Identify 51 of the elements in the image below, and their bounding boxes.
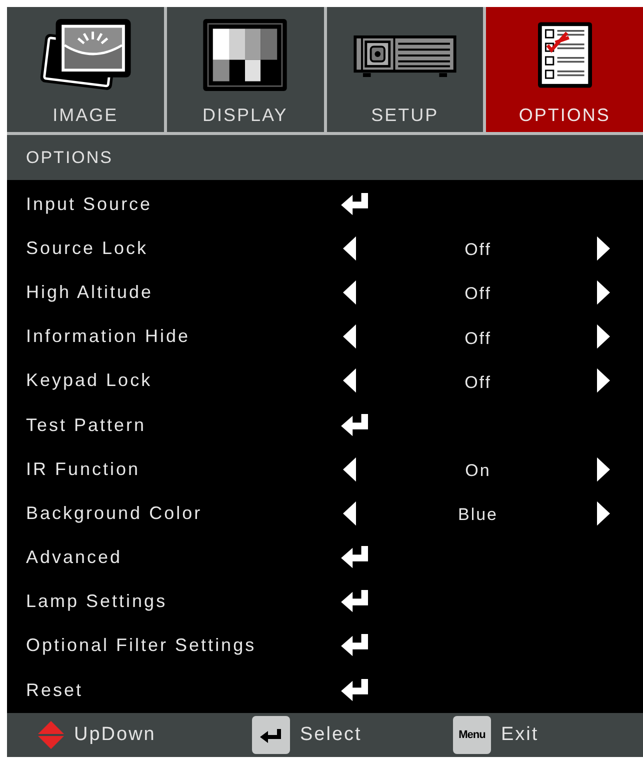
test-pattern-icon	[203, 19, 288, 91]
enter-key-icon	[252, 716, 290, 754]
enter-icon	[340, 678, 371, 703]
setting-value: Off	[464, 372, 492, 393]
hint-label: Exit	[501, 724, 539, 746]
menu-tab[interactable]: DISPLAY	[166, 7, 324, 132]
menu-item[interactable]: Information Hide	[26, 326, 190, 348]
left-arrow-icon	[343, 456, 356, 482]
up-down-arrows-icon	[38, 721, 64, 750]
menu-item[interactable]: Lamp Settings	[26, 591, 168, 612]
photo-stack-icon	[38, 18, 132, 92]
projector-icon	[352, 34, 457, 76]
left-arrow-icon	[343, 236, 356, 261]
setting-value: Off	[464, 328, 492, 349]
menu-item[interactable]: Reset	[26, 680, 84, 701]
setting-value: Off	[464, 240, 492, 260]
right-arrow-icon	[597, 236, 610, 261]
menu-item[interactable]: Test Pattern	[26, 414, 146, 436]
left-arrow-icon	[343, 280, 356, 305]
menu-tab[interactable]: OPTIONS	[486, 7, 643, 132]
right-arrow-icon	[597, 324, 610, 350]
enter-icon	[340, 633, 371, 658]
hint-label: UpDown	[74, 724, 156, 746]
menu-item[interactable]: Background Color	[26, 502, 202, 524]
setting-value: Off	[464, 284, 492, 304]
menu-item[interactable]: Input Source	[26, 194, 152, 215]
left-arrow-icon	[343, 368, 356, 394]
left-arrow-icon	[343, 500, 356, 526]
menu-item[interactable]: Optional Filter Settings	[26, 635, 256, 656]
enter-icon	[340, 545, 371, 570]
enter-icon	[340, 192, 371, 217]
left-arrow-icon	[343, 324, 356, 350]
menu-item[interactable]: High Altitude	[26, 282, 154, 303]
right-arrow-icon	[597, 456, 610, 482]
checklist-icon	[538, 22, 592, 88]
section-title: OPTIONS	[7, 135, 643, 180]
right-arrow-icon	[597, 368, 610, 394]
enter-icon	[340, 412, 371, 438]
menu-item[interactable]: IR Function	[26, 458, 140, 480]
hint-label: Select	[300, 724, 362, 746]
menu-item[interactable]: Advanced	[26, 547, 122, 568]
setting-value: Blue	[458, 505, 498, 526]
right-arrow-icon	[597, 500, 610, 526]
menu-item[interactable]: Source Lock	[26, 238, 148, 259]
menu-key: Menu	[453, 716, 491, 754]
menu-tab[interactable]: SETUP	[326, 7, 484, 132]
menu-tab[interactable]: IMAGE	[7, 7, 164, 132]
menu-item[interactable]: Keypad Lock	[26, 370, 152, 392]
enter-icon	[340, 589, 371, 614]
setting-value: On	[465, 461, 491, 482]
right-arrow-icon	[597, 280, 610, 305]
